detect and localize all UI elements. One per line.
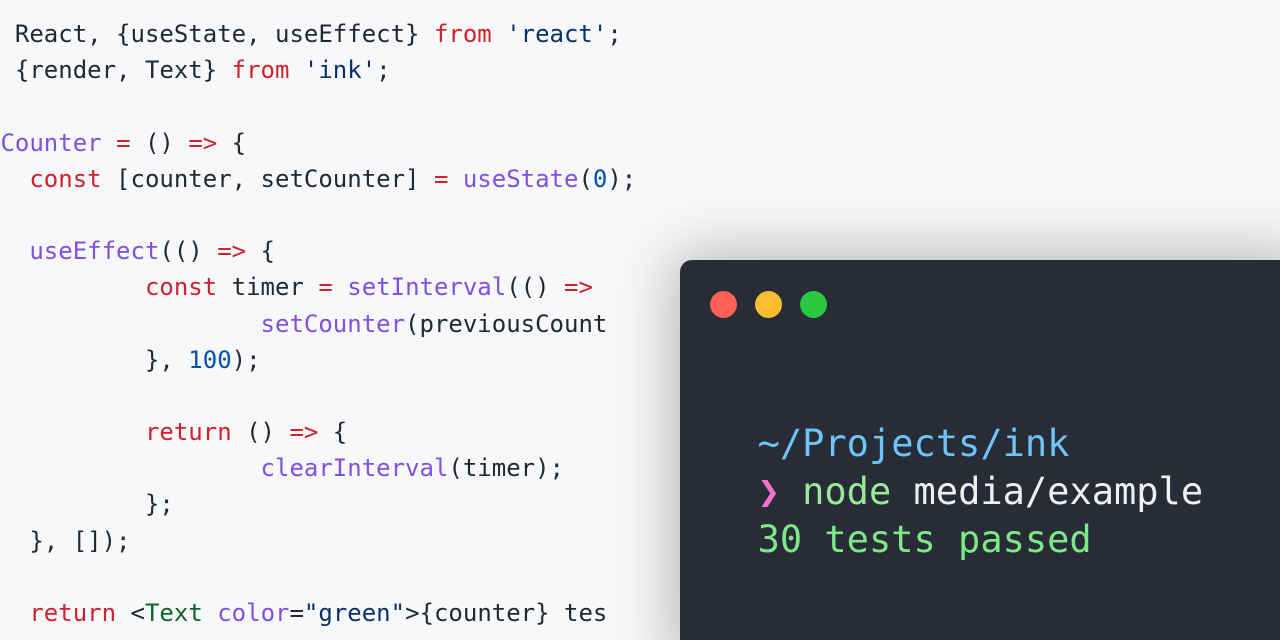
code-token: { [318,418,348,447]
code-token: from [231,56,290,85]
minimize-button[interactable] [755,291,782,318]
code-token: () [130,128,189,157]
code-token: [counter, setCounter] [101,164,434,193]
code-line: setCounter(previousCount [0,306,636,342]
code-token: = [318,273,333,302]
code-line: return () => { [0,414,636,450]
code-token: (previousCount [405,309,608,338]
code-token: = [116,128,131,157]
code-line: const timer = setInterval(() => [0,269,636,305]
code-token: { [217,128,247,157]
code-token: useEffect [29,237,160,266]
code-line: t React, {useState, useEffect} from 'rea… [0,16,636,52]
code-token: Counter [0,128,102,157]
code-line: t {render, Text} from 'ink'; [0,52,636,88]
code-token: () [231,418,290,447]
code-token: => [188,128,218,157]
maximize-button[interactable] [800,291,827,318]
code-token: (timer); [448,454,564,483]
code-token: const [29,164,102,193]
code-token: from [433,20,492,48]
code-token: 'ink' [303,56,377,85]
code-token: Text [144,599,203,627]
code-token: }; [0,490,174,519]
code-line: }, []); [0,523,636,559]
code-token: => [289,418,319,447]
code-token: (() [506,273,565,302]
code-token: timer [217,273,319,302]
close-button[interactable] [710,291,737,318]
code-token: 'react' [506,20,608,48]
code-token: setInterval [347,273,507,302]
code-token: = [433,164,449,193]
code-token: setCounter [260,309,406,338]
code-token: = [289,599,304,627]
code-token: < [116,599,145,627]
code-line: const [counter, setCounter] = useState(0… [0,161,636,197]
code-token: >{counter} tes [405,599,608,627]
code-editor: t React, {useState, useEffect} from 'rea… [0,16,636,631]
code-token: => [564,273,593,302]
code-token: return [144,418,232,447]
code-token: (() [159,237,218,266]
code-token: }, [0,345,189,374]
code-token: { [246,237,276,266]
code-line: }, 100); [0,342,636,378]
code-token: ( [578,164,593,193]
code-line: Counter = () => { [0,125,636,161]
code-line: clearInterval(timer); [0,450,636,486]
terminal-output: 30 tests passed [757,518,1092,561]
code-token: ); [607,164,637,193]
code-token: {render, Text} [14,56,232,85]
code-token: "green" [303,599,406,627]
code-line: }; [0,486,636,522]
code-token: color [217,599,290,627]
code-token: const [144,273,218,302]
code-token: React, {useState, useEffect} [14,20,434,48]
code-token: ); [231,345,261,374]
terminal-output-line: 30 tests passed [713,468,1092,564]
code-token: ; [376,56,391,85]
code-token: t [0,20,15,48]
code-line: useEffect(() => { [0,233,636,269]
code-token: clearInterval [260,454,449,483]
code-token: }, []); [0,526,131,555]
code-token: return [29,599,117,627]
code-line: return <Text color="green">{counter} tes [0,595,636,631]
code-token: useState [462,164,579,193]
code-token: 100 [188,345,232,374]
code-token: 0 [592,164,608,193]
code-token: t [0,56,15,84]
code-token: ; [607,20,622,48]
code-token: => [217,237,247,266]
